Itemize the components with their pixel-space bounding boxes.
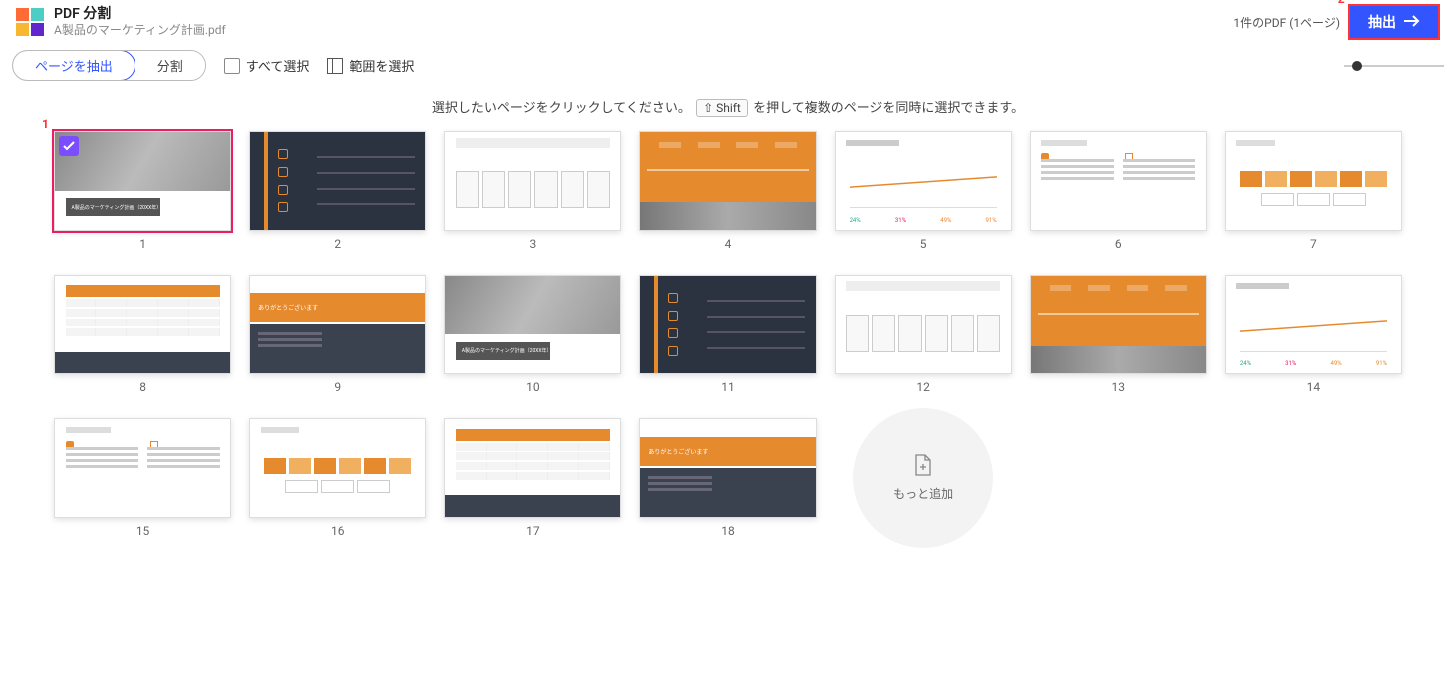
file-name: A製品のマーケティング計画.pdf — [54, 23, 1233, 37]
status-text: 1件のPDF (1ページ) — [1233, 14, 1340, 31]
header: PDF 分割 A製品のマーケティング計画.pdf 1件のPDF (1ページ) 2… — [0, 0, 1456, 44]
page-number: 13 — [1112, 380, 1126, 394]
page-thumb-5[interactable]: 24%31%49%91% 5 — [835, 131, 1012, 251]
toolbar: ページを抽出 分割 すべて選択 範囲を選択 — [0, 44, 1456, 93]
page-thumb-18[interactable]: ありがとうございます 18 — [639, 418, 816, 548]
page-number: 17 — [526, 524, 540, 538]
page-number: 2 — [334, 237, 341, 251]
page-thumb-17[interactable]: 17 — [444, 418, 621, 548]
annotation-2: 2 — [1338, 0, 1345, 6]
page-number: 7 — [1310, 237, 1317, 251]
page-number: 11 — [721, 380, 735, 394]
page-grid: 1 A製品のマーケティング計画（20XX年） 1 2 3 4 24%31%49%… — [0, 131, 1456, 578]
page-number: 15 — [136, 524, 150, 538]
page-thumb-16[interactable]: 16 — [249, 418, 426, 548]
select-all-checkbox[interactable]: すべて選択 — [224, 56, 310, 75]
page-number: 3 — [529, 237, 536, 251]
page-thumb-10[interactable]: A製品のマーケティング計画（20XX年） 10 — [444, 275, 621, 395]
instruction-text: 選択したいページをクリックしてください。 ⇧ Shift を押して複数のページを… — [0, 93, 1456, 131]
zoom-thumb[interactable] — [1352, 61, 1362, 71]
tab-split[interactable]: 分割 — [135, 51, 205, 80]
page-number: 6 — [1115, 237, 1122, 251]
page-thumb-6[interactable]: 6 — [1030, 131, 1207, 251]
page-thumb-2[interactable]: 2 — [249, 131, 426, 251]
page-thumb-8[interactable]: 8 — [54, 275, 231, 395]
page-number: 10 — [526, 380, 540, 394]
page-number: 14 — [1307, 380, 1321, 394]
instruction-post: を押して複数のページを同時に選択できます。 — [753, 101, 1024, 116]
page-thumb-12[interactable]: 12 — [835, 275, 1012, 395]
page-thumb-11[interactable]: 11 — [639, 275, 816, 395]
add-more-button[interactable]: もっと追加 — [853, 408, 993, 548]
page-number: 9 — [334, 380, 341, 394]
select-range-label: 範囲を選択 — [349, 56, 414, 75]
columns-icon — [327, 58, 343, 74]
page-thumb-14[interactable]: 24%31%49%91% 14 — [1225, 275, 1402, 395]
page-number: 8 — [139, 380, 146, 394]
extract-button[interactable]: 2 抽出 — [1348, 4, 1440, 40]
add-more-label: もっと追加 — [893, 485, 953, 502]
tab-extract-pages[interactable]: ページを抽出 — [12, 50, 136, 81]
app-logo — [16, 8, 44, 36]
page-number: 16 — [331, 524, 345, 538]
zoom-slider[interactable] — [1344, 65, 1444, 67]
select-range-button[interactable]: 範囲を選択 — [327, 56, 414, 75]
page-thumb-3[interactable]: 3 — [444, 131, 621, 251]
page-thumb-13[interactable]: 13 — [1030, 275, 1207, 395]
page-thumb-9[interactable]: ありがとうございます 9 — [249, 275, 426, 395]
annotation-1: 1 — [42, 117, 49, 131]
page-thumb-1[interactable]: 1 A製品のマーケティング計画（20XX年） 1 — [54, 131, 231, 251]
instruction-pre: 選択したいページをクリックしてください。 — [432, 101, 691, 116]
arrow-right-icon — [1404, 14, 1420, 30]
slide-title-text: A製品のマーケティング計画（20XX年） — [462, 347, 551, 354]
selected-check-icon — [59, 136, 79, 156]
page-thumb-4[interactable]: 4 — [639, 131, 816, 251]
extract-button-label: 抽出 — [1368, 12, 1396, 32]
page-thumb-7[interactable]: 7 — [1225, 131, 1402, 251]
shift-key-hint: ⇧ Shift — [696, 99, 748, 117]
page-number: 5 — [920, 237, 927, 251]
page-number: 4 — [725, 237, 732, 251]
add-document-icon — [914, 454, 932, 479]
title-block: PDF 分割 A製品のマーケティング計画.pdf — [54, 6, 1233, 37]
thanks-text: ありがとうございます — [258, 303, 318, 312]
page-number: 18 — [721, 524, 735, 538]
page-number: 12 — [916, 380, 930, 394]
mode-segmented: ページを抽出 分割 — [12, 50, 206, 81]
slide-title-text: A製品のマーケティング計画（20XX年） — [72, 204, 161, 211]
page-thumb-15[interactable]: 15 — [54, 418, 231, 548]
select-all-label: すべて選択 — [246, 56, 310, 75]
page-number: 1 — [139, 237, 146, 251]
app-title: PDF 分割 — [54, 6, 1233, 23]
add-more-cell: もっと追加 — [835, 418, 1012, 548]
thanks-text: ありがとうございます — [648, 447, 708, 456]
checkbox-icon — [224, 58, 240, 74]
